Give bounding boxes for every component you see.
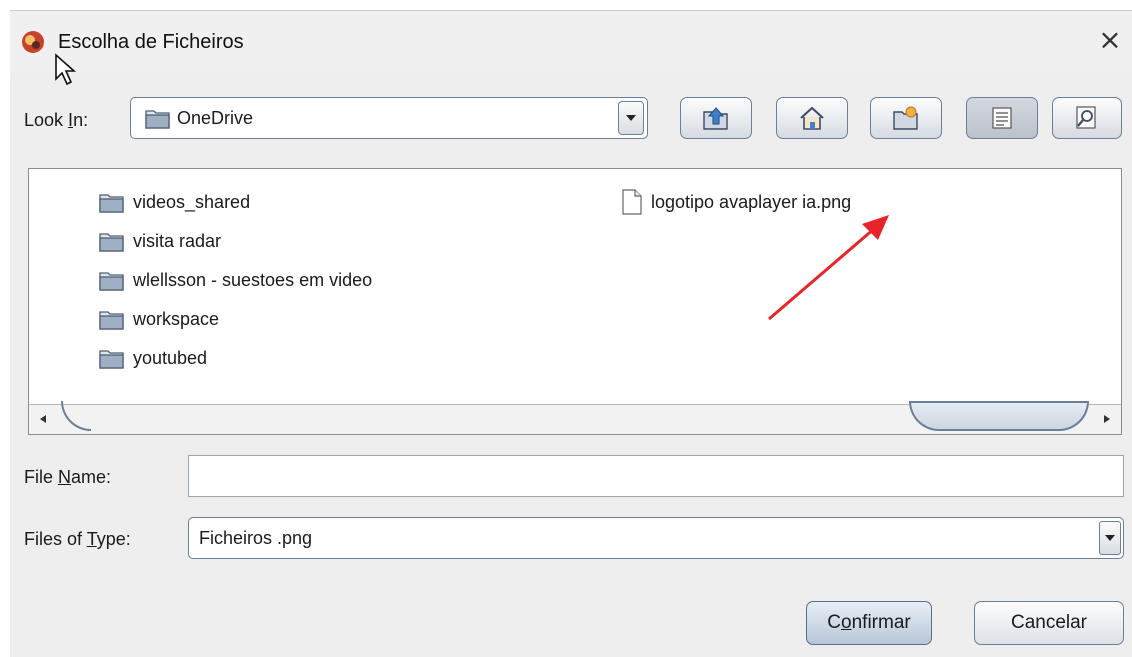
- scrollbar-thumb[interactable]: [909, 401, 1089, 431]
- scroll-right-button[interactable]: [1093, 405, 1121, 433]
- folder-icon: [99, 233, 124, 252]
- list-view-icon: [992, 107, 1012, 129]
- folder-icon: [99, 272, 124, 291]
- folder-item[interactable]: visita radar: [99, 226, 221, 256]
- folder-icon: [99, 350, 124, 369]
- look-in-label: Look In:: [24, 110, 89, 130]
- mouse-cursor-icon: [55, 53, 77, 86]
- file-type-dropdown-button[interactable]: [1099, 521, 1121, 555]
- title-bar: Escolha de Ficheiros ×: [10, 11, 1132, 86]
- details-view-icon: [1076, 106, 1096, 129]
- up-one-level-button[interactable]: [680, 97, 752, 139]
- chevron-down-icon: [1105, 535, 1115, 541]
- folder-item[interactable]: workspace: [99, 304, 219, 334]
- folder-item[interactable]: videos_shared: [99, 187, 250, 217]
- new-folder-icon: [893, 106, 918, 130]
- home-button[interactable]: [776, 97, 848, 139]
- folder-icon: [145, 110, 170, 129]
- chevron-down-icon: [626, 115, 636, 121]
- list-view-button[interactable]: [966, 97, 1038, 139]
- close-icon[interactable]: ×: [1094, 25, 1126, 57]
- folder-item[interactable]: wlellsson - suestoes em video: [99, 265, 372, 295]
- home-icon: [800, 106, 824, 130]
- file-list[interactable]: videos_shared visita radar wlellsson - s…: [28, 168, 1122, 435]
- scrollbar-track: [61, 401, 91, 431]
- file-icon: [622, 189, 642, 215]
- file-type-combo[interactable]: Ficheiros .png: [188, 517, 1124, 559]
- window-title: Escolha de Ficheiros: [58, 31, 244, 53]
- file-chooser-dialog: Escolha de Ficheiros × Look In: OneDrive: [10, 10, 1132, 657]
- confirm-button[interactable]: Co nfirmar: [806, 601, 932, 645]
- folder-up-icon: [703, 107, 728, 130]
- chevron-right-icon: [1104, 415, 1110, 423]
- file-item[interactable]: logotipo avaplayer ia.png: [621, 187, 851, 217]
- folder-icon: [99, 194, 124, 213]
- folder-icon: [99, 311, 124, 330]
- scroll-left-button[interactable]: [29, 405, 57, 433]
- look-in-value: OneDrive: [177, 108, 254, 128]
- look-in-combo[interactable]: OneDrive: [130, 97, 648, 139]
- file-type-value: Ficheiros .png: [199, 528, 313, 548]
- cancel-button[interactable]: Cancelar: [974, 601, 1124, 645]
- file-type-label: Files of Type:: [24, 529, 131, 549]
- file-name-field[interactable]: [188, 455, 1124, 497]
- folder-item[interactable]: youtubed: [99, 343, 207, 373]
- java-app-icon: [22, 31, 44, 53]
- horizontal-scrollbar[interactable]: [29, 401, 1121, 434]
- new-folder-button[interactable]: [870, 97, 942, 139]
- details-view-button[interactable]: [1052, 97, 1122, 139]
- look-in-dropdown-button[interactable]: [618, 101, 644, 135]
- file-name-label: File Name:: [24, 467, 112, 487]
- chevron-left-icon: [40, 415, 46, 423]
